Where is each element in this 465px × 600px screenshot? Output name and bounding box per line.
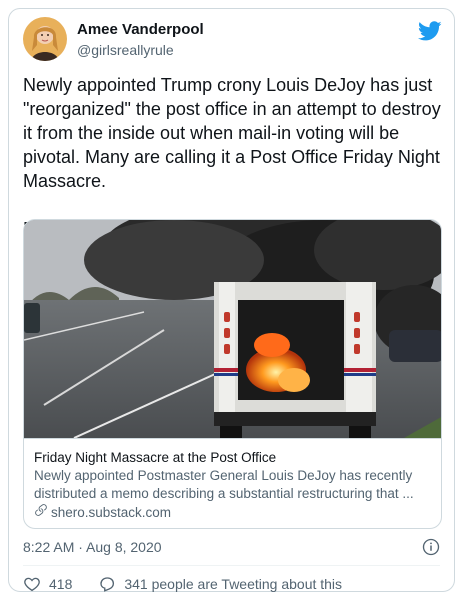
avatar[interactable]	[23, 17, 67, 61]
conversation-text: 341 people are Tweeting about this	[124, 576, 343, 592]
link-domain[interactable]: shero.substack.com	[51, 503, 171, 523]
link-domain-row[interactable]: shero.substack.com	[34, 503, 433, 523]
author-name[interactable]: Amee Vanderpool	[77, 21, 204, 38]
tweet-card: Amee Vanderpool @girlsreallyrule Newly a…	[8, 8, 455, 592]
link-preview-meta[interactable]: Friday Night Massacre at the Post Office…	[24, 438, 441, 528]
tweet-text: Newly appointed Trump crony Louis DeJoy …	[23, 75, 441, 239]
timestamp[interactable]: 8:22 AM · Aug 8, 2020	[23, 539, 162, 555]
info-icon[interactable]	[422, 538, 440, 556]
reply-icon	[98, 575, 116, 593]
twitter-bird-icon[interactable]	[417, 19, 442, 43]
action-bar: 418 341 people are Tweeting about this	[23, 575, 368, 593]
conversation-button[interactable]: 341 people are Tweeting about this	[98, 575, 342, 593]
link-title[interactable]: Friday Night Massacre at the Post Office	[34, 449, 433, 467]
link-preview-image[interactable]	[24, 220, 441, 439]
link-icon	[34, 503, 48, 523]
like-button[interactable]: 418	[23, 575, 72, 593]
author-handle[interactable]: @girlsreallyrule	[77, 42, 174, 58]
divider	[23, 565, 440, 566]
link-preview-card[interactable]: Friday Night Massacre at the Post Office…	[23, 219, 442, 529]
like-count: 418	[49, 576, 73, 592]
heart-icon	[23, 575, 41, 593]
link-description: Newly appointed Postmaster General Louis…	[34, 468, 414, 501]
